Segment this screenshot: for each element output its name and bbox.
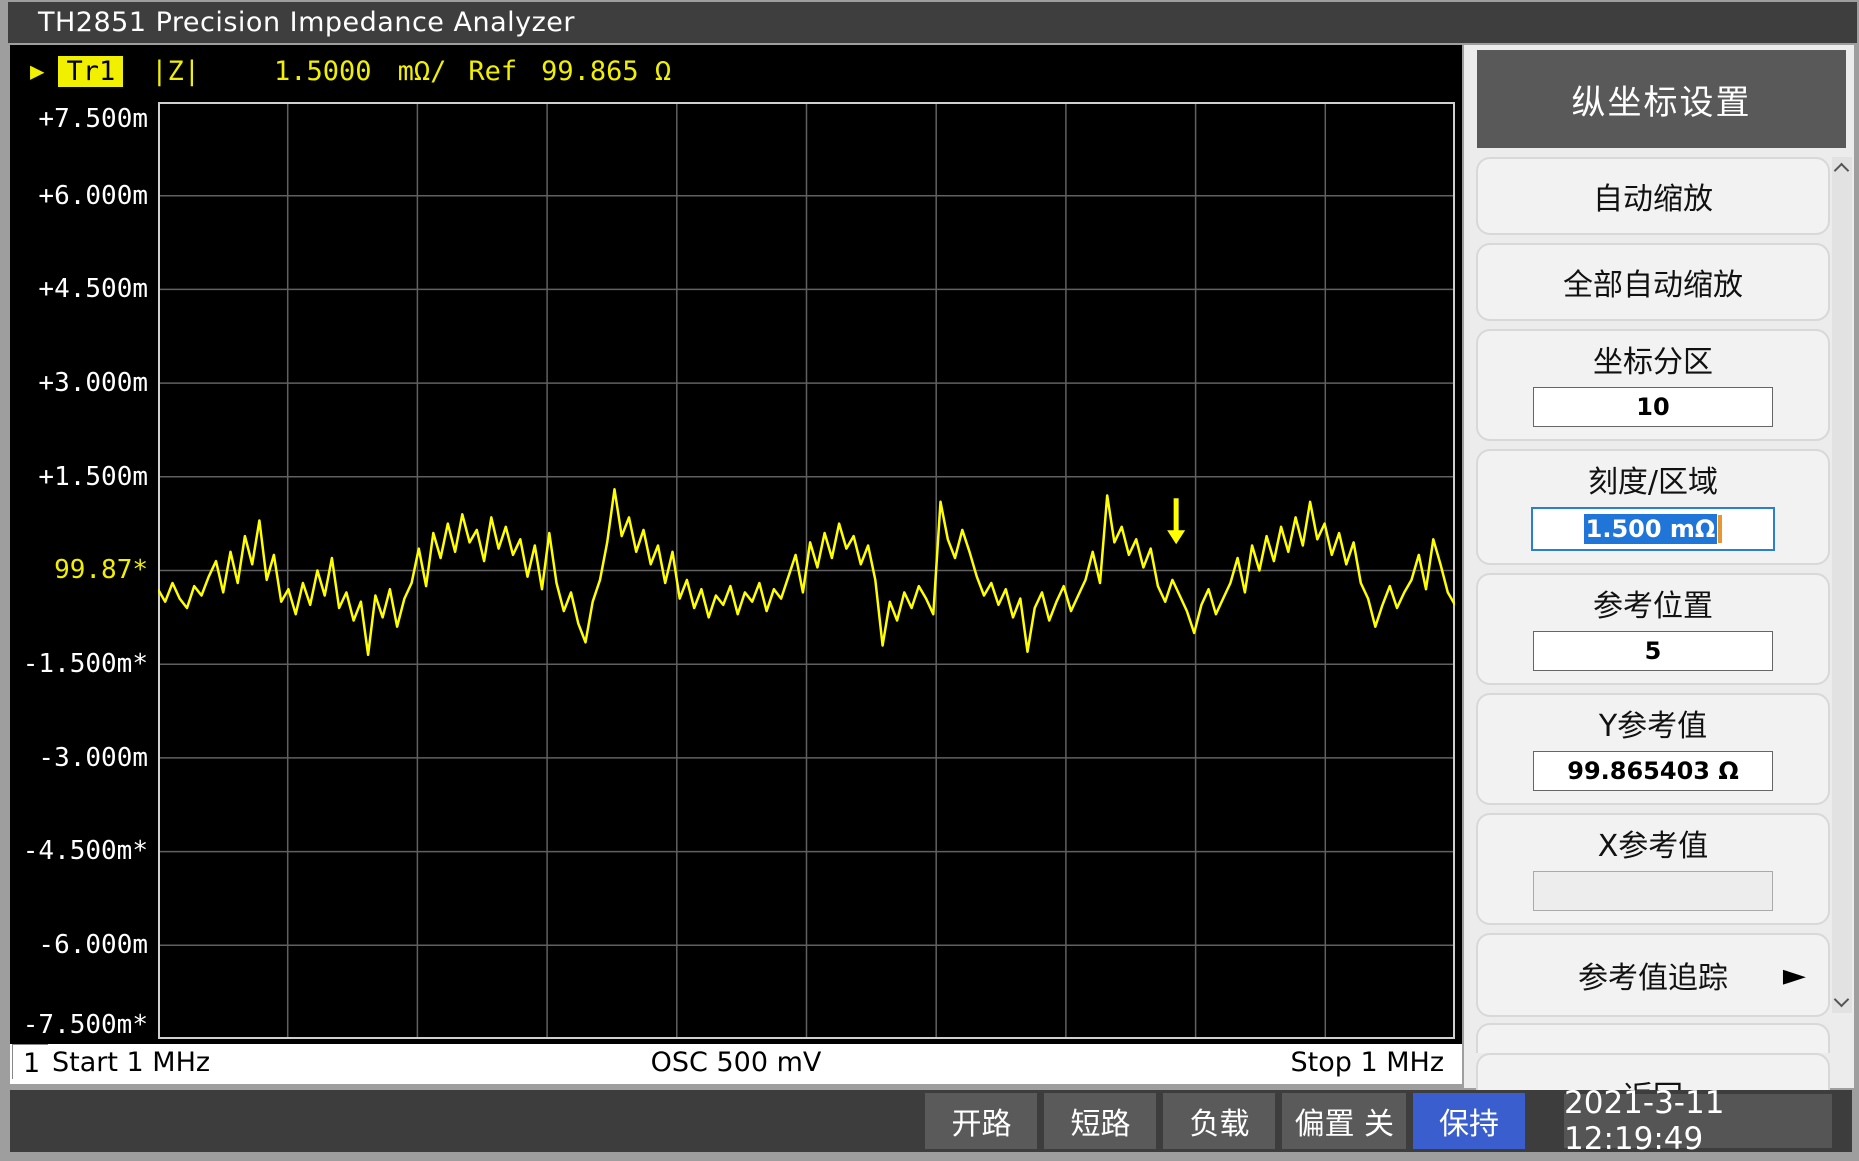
y-reference-label: 99.87* bbox=[10, 555, 148, 585]
load-correction-button[interactable]: 负载 bbox=[1163, 1093, 1275, 1149]
scale-per-div-value: 1.500 mΩ bbox=[1584, 514, 1718, 544]
y-ref-group: Y参考值 99.865403 Ω bbox=[1476, 693, 1830, 805]
y-ref-label: Y参考值 bbox=[1478, 701, 1828, 745]
divisions-group: 坐标分区 10 bbox=[1476, 329, 1830, 441]
cursor-to-ref-button[interactable]: 光标→参考值 bbox=[1476, 1023, 1830, 1053]
y-ref-input[interactable]: 99.865403 Ω bbox=[1533, 751, 1773, 791]
x-ref-group: X参考值 bbox=[1476, 813, 1830, 925]
divisions-input[interactable]: 10 bbox=[1533, 387, 1773, 427]
scroll-down-icon[interactable] bbox=[1834, 992, 1850, 1008]
y-tick-label: +3.000m bbox=[10, 368, 148, 398]
title-bar: TH2851 Precision Impedance Analyzer bbox=[8, 2, 1857, 43]
impedance-trace-chart bbox=[158, 102, 1455, 1039]
chart-area[interactable] bbox=[158, 102, 1455, 1039]
y-tick-label: -6.000m bbox=[10, 930, 148, 960]
auto-scale-all-button[interactable]: 全部自动缩放 bbox=[1476, 243, 1830, 321]
window-title: TH2851 Precision Impedance Analyzer bbox=[8, 7, 575, 38]
scale-per-div-label: 刻度/区域 bbox=[1478, 457, 1828, 501]
instrument-window: TH2851 Precision Impedance Analyzer ▶ Tr… bbox=[0, 0, 1859, 1161]
trace-badge[interactable]: Tr1 bbox=[58, 56, 123, 87]
y-tick-label: +6.000m bbox=[10, 181, 148, 211]
ref-value-tracking-button[interactable]: 参考值追踪 ► bbox=[1476, 933, 1830, 1017]
system-clock: 2021-3-11 12:19:49 bbox=[1564, 1094, 1832, 1148]
open-correction-button[interactable]: 开路 bbox=[925, 1093, 1037, 1149]
sweep-info-strip: 1 Start 1 MHz OSC 500 mV Stop 1 MHz bbox=[10, 1044, 1462, 1084]
bottom-status-bar: 开路 短路 负载 偏置 关 保持 2021-3-11 12:19:49 bbox=[10, 1090, 1852, 1152]
y-tick-label: +4.500m bbox=[10, 274, 148, 304]
active-trace-arrow-icon: ▶ bbox=[30, 57, 44, 85]
trace-ref-label: Ref bbox=[468, 56, 517, 87]
trace-info-bar: ▶ Tr1 |Z| 1.5000 mΩ/ Ref 99.865 Ω bbox=[30, 53, 671, 89]
y-ref-value: 99.865403 Ω bbox=[1567, 757, 1738, 785]
bias-off-button[interactable]: 偏置 关 bbox=[1282, 1093, 1406, 1149]
hold-button[interactable]: 保持 bbox=[1413, 1093, 1525, 1149]
y-axis-labels: +7.500m +6.000m +4.500m +3.000m +1.500m … bbox=[10, 102, 152, 1039]
scale-per-div-input[interactable]: 1.500 mΩ bbox=[1531, 507, 1775, 551]
text-caret bbox=[1718, 515, 1722, 543]
panel-scrollbar[interactable] bbox=[1832, 157, 1852, 1013]
ref-position-group: 参考位置 5 bbox=[1476, 573, 1830, 685]
right-arrow-icon: ► bbox=[1783, 958, 1806, 993]
auto-scale-button[interactable]: 自动缩放 bbox=[1476, 157, 1830, 235]
panel-items: 自动缩放 全部自动缩放 坐标分区 10 刻度/区域 1.500 mΩ 参考位置 bbox=[1476, 157, 1830, 1135]
divisions-value: 10 bbox=[1636, 393, 1669, 421]
y-tick-label: -4.500m* bbox=[10, 836, 148, 866]
y-tick-label: -3.000m bbox=[10, 743, 148, 773]
sweep-stop-label: Stop 1 MHz bbox=[1291, 1047, 1445, 1078]
trace-scale-unit: mΩ/ bbox=[398, 56, 447, 87]
trace-scale-value: 1.5000 bbox=[274, 56, 372, 87]
ref-position-input[interactable]: 5 bbox=[1533, 631, 1773, 671]
x-ref-label: X参考值 bbox=[1478, 821, 1828, 865]
ref-position-label: 参考位置 bbox=[1478, 581, 1828, 625]
y-tick-label: +1.500m bbox=[10, 462, 148, 492]
divisions-label: 坐标分区 bbox=[1478, 337, 1828, 381]
scroll-up-icon[interactable] bbox=[1834, 163, 1850, 179]
panel-title: 纵坐标设置 bbox=[1477, 50, 1846, 148]
auto-scale-label: 自动缩放 bbox=[1593, 174, 1713, 218]
trace-ref-value: 99.865 Ω bbox=[541, 56, 671, 87]
plot-region: ▶ Tr1 |Z| 1.5000 mΩ/ Ref 99.865 Ω +7.500… bbox=[10, 45, 1462, 1044]
y-tick-label: -1.500m* bbox=[10, 649, 148, 679]
ref-value-tracking-label: 参考值追踪 bbox=[1578, 953, 1728, 997]
y-tick-label: -7.500m* bbox=[10, 1010, 148, 1040]
y-tick-label: +7.500m bbox=[10, 104, 148, 134]
trace-parameter: |Z| bbox=[151, 56, 200, 87]
auto-scale-all-label: 全部自动缩放 bbox=[1563, 260, 1743, 304]
short-correction-button[interactable]: 短路 bbox=[1044, 1093, 1156, 1149]
cursor-to-ref-clipped: 光标→参考值 bbox=[1476, 1023, 1830, 1053]
vertical-axis-settings-panel: 纵坐标设置 自动缩放 全部自动缩放 坐标分区 10 刻度/区域 1.500 mΩ bbox=[1464, 45, 1854, 1088]
ref-position-value: 5 bbox=[1645, 637, 1662, 665]
scale-per-div-group: 刻度/区域 1.500 mΩ bbox=[1476, 449, 1830, 565]
osc-level-label: OSC 500 mV bbox=[10, 1047, 1462, 1078]
x-ref-input[interactable] bbox=[1533, 871, 1773, 911]
